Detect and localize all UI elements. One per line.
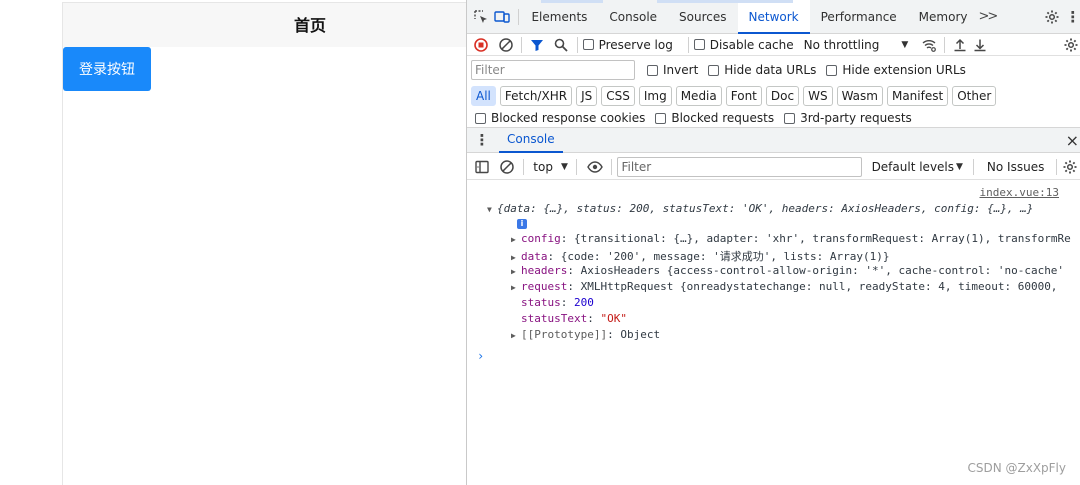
type-chip-wasm[interactable]: Wasm: [836, 86, 883, 106]
disable-cache-checkbox[interactable]: Disable cache: [693, 38, 794, 52]
resource-type-filter: All Fetch/XHR JS CSS Img Media Font Doc …: [467, 84, 1080, 108]
network-conditions-icon[interactable]: [918, 34, 938, 56]
network-settings-gear-icon[interactable]: [1061, 34, 1080, 56]
type-chip-doc[interactable]: Doc: [765, 86, 800, 106]
clear-console-icon[interactable]: [497, 156, 519, 178]
hide-data-urls-checkbox[interactable]: Hide data URLs: [708, 63, 816, 77]
console-settings-gear-icon[interactable]: [1059, 156, 1080, 178]
prop-prototype[interactable]: ▶ [[Prototype]]: Object: [511, 328, 660, 341]
prop-status: status: 200: [521, 296, 594, 309]
drawer-tabbar: ⋮ Console ×: [467, 127, 1080, 153]
close-drawer-icon[interactable]: ×: [1066, 131, 1079, 150]
network-filter-input[interactable]: Filter: [471, 60, 635, 80]
export-har-icon[interactable]: [970, 34, 990, 56]
type-chip-media[interactable]: Media: [675, 86, 722, 106]
sidebar-toggle-icon[interactable]: [471, 156, 493, 178]
type-chip-all[interactable]: All: [471, 86, 496, 106]
tab-sources[interactable]: Sources: [668, 0, 737, 34]
kebab-menu-icon[interactable]: ⋮: [1065, 6, 1080, 28]
drawer-menu-icon[interactable]: ⋮: [471, 129, 493, 151]
blocked-filter-row: Blocked response cookies Blocked request…: [467, 108, 1080, 128]
type-chip-img[interactable]: Img: [638, 86, 672, 106]
more-tabs-icon[interactable]: >>: [978, 6, 998, 28]
hide-extension-urls-checkbox[interactable]: Hide extension URLs: [826, 63, 966, 77]
tab-network[interactable]: Network: [737, 0, 810, 34]
type-chip-css[interactable]: CSS: [601, 86, 635, 106]
network-toolbar: Preserve log Disable cache No throttling…: [467, 34, 1080, 56]
gear-icon[interactable]: [1044, 6, 1060, 28]
info-icon[interactable]: i: [517, 216, 527, 229]
tab-elements[interactable]: Elements: [520, 0, 598, 34]
devtools-tabbar: Elements Console Sources Network Perform…: [467, 0, 1080, 34]
type-chip-fetch-xhr[interactable]: Fetch/XHR: [499, 86, 573, 106]
log-summary[interactable]: ▼ {data: {…}, status: 200, statusText: 'O…: [487, 202, 1033, 215]
type-chip-manifest[interactable]: Manifest: [886, 86, 949, 106]
throttling-select[interactable]: No throttling ▼: [804, 38, 909, 52]
search-icon[interactable]: [551, 34, 571, 56]
blocked-requests-checkbox[interactable]: Blocked requests: [655, 111, 774, 125]
device-toolbar-icon[interactable]: [493, 6, 510, 28]
tab-performance[interactable]: Performance: [810, 0, 908, 34]
tab-console[interactable]: Console: [598, 0, 668, 34]
live-expression-eye-icon[interactable]: [584, 156, 606, 178]
log-source-link[interactable]: index.vue:13: [980, 186, 1059, 199]
console-prompt[interactable]: ›: [477, 349, 484, 363]
login-button[interactable]: 登录按钮: [63, 47, 151, 91]
prop-statustext: statusText: "OK": [521, 312, 627, 325]
inspect-element-icon[interactable]: [473, 6, 489, 28]
prop-config[interactable]: ▶ config: {transitional: {…}, adapter: 'x…: [511, 232, 1071, 245]
console-toolbar: top ▼ Filter Default levels ▼ No Issues: [467, 154, 1080, 180]
watermark: CSDN @ZxXpFly: [967, 461, 1066, 475]
prop-headers[interactable]: ▶ headers: AxiosHeaders {access-control-a…: [511, 264, 1064, 277]
app-header: [63, 3, 466, 47]
network-filter-row: Filter Invert Hide data URLs Hide extens…: [467, 58, 1080, 82]
tab-memory[interactable]: Memory: [908, 0, 979, 34]
invert-checkbox[interactable]: Invert: [647, 63, 698, 77]
drawer-tab-console[interactable]: Console: [499, 127, 563, 153]
filter-funnel-icon[interactable]: [527, 34, 547, 56]
issues-counter[interactable]: No Issues: [987, 160, 1044, 174]
import-har-icon[interactable]: [950, 34, 970, 56]
devtools-panel: Elements Console Sources Network Perform…: [466, 0, 1080, 485]
console-filter-input[interactable]: Filter: [617, 156, 862, 177]
type-chip-ws[interactable]: WS: [803, 86, 833, 106]
record-stop-icon[interactable]: [471, 34, 491, 56]
context-select[interactable]: top ▼: [533, 160, 568, 174]
blocked-response-cookies-checkbox[interactable]: Blocked response cookies: [475, 111, 645, 125]
preserve-log-checkbox[interactable]: Preserve log: [582, 38, 673, 52]
log-levels-select[interactable]: Default levels ▼: [872, 160, 963, 174]
clear-icon[interactable]: [495, 34, 515, 56]
prop-request[interactable]: ▶ request: XMLHttpRequest {onreadystatech…: [511, 280, 1057, 293]
third-party-requests-checkbox[interactable]: 3rd-party requests: [784, 111, 912, 125]
type-chip-other[interactable]: Other: [952, 86, 997, 106]
type-chip-font[interactable]: Font: [725, 86, 762, 106]
page-title: 首页: [294, 16, 327, 35]
prop-data[interactable]: ▶ data: {code: '200', message: '请求成功', li…: [511, 248, 890, 264]
type-chip-js[interactable]: JS: [576, 86, 598, 106]
